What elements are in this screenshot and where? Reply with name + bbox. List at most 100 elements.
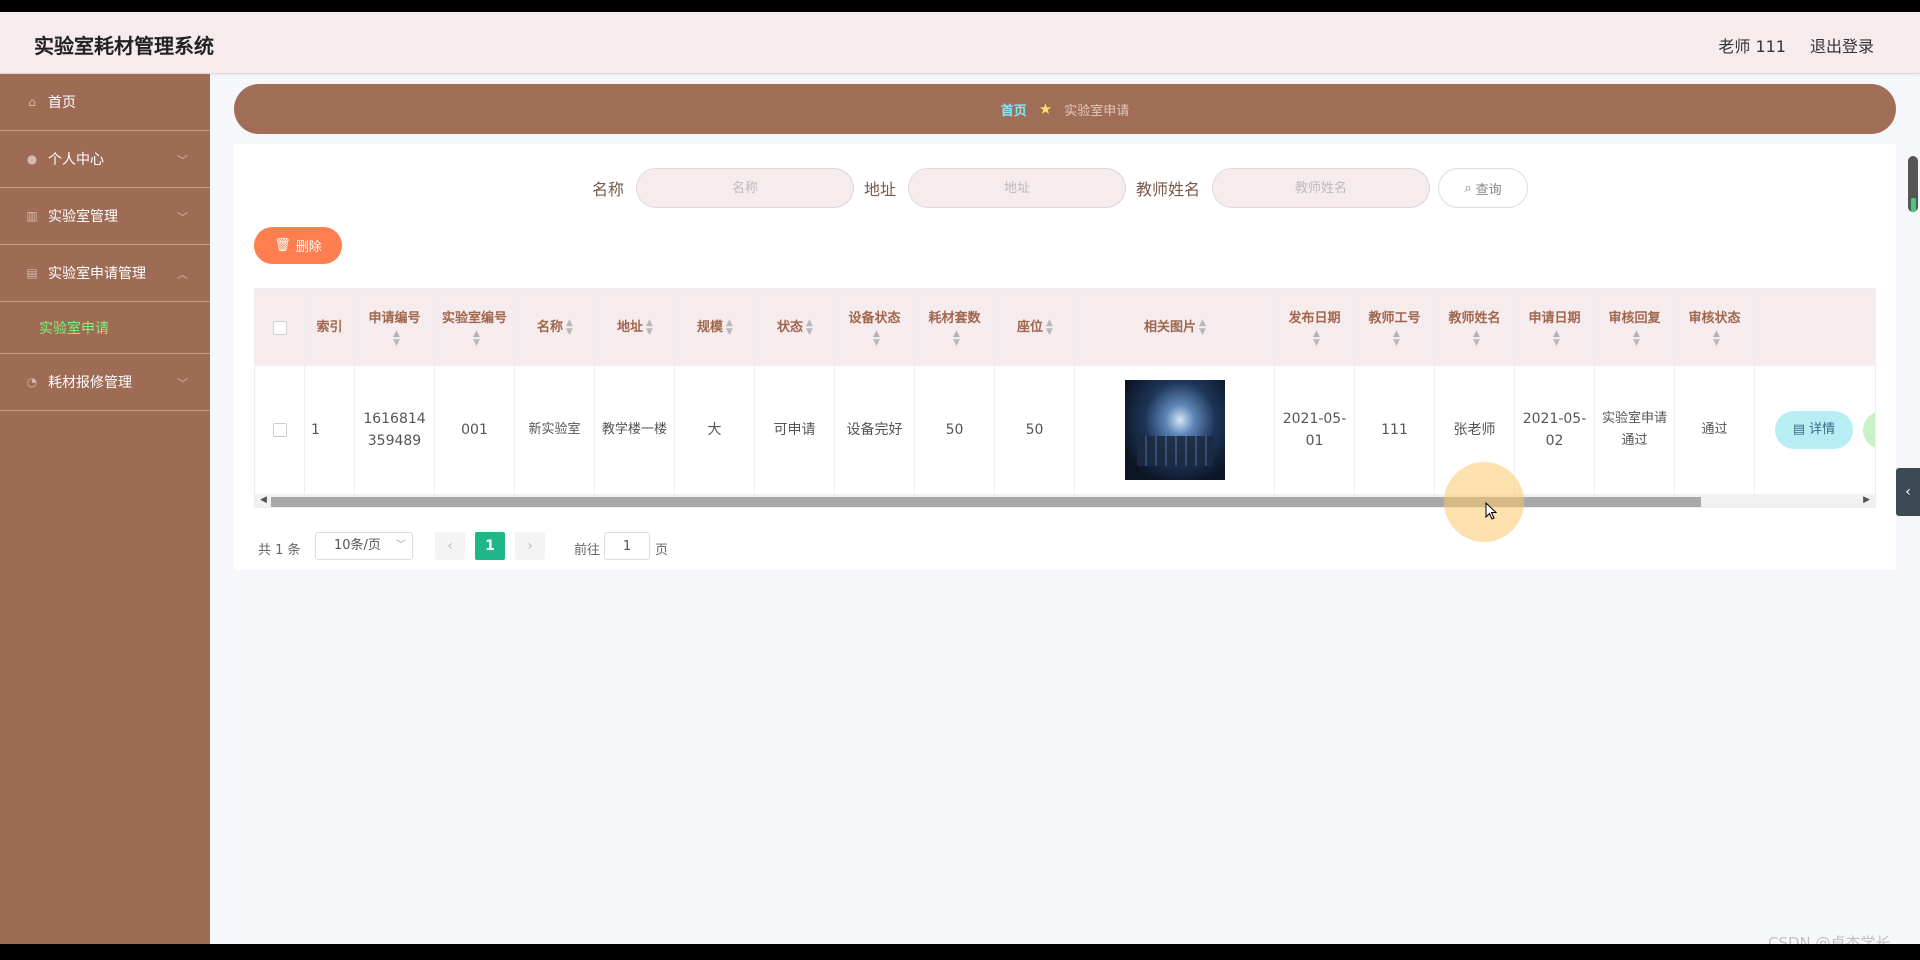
delete-button-label: 删除 [295,240,322,255]
sort-icon[interactable]: ▲ ▼ [473,329,480,348]
sort-icon[interactable]: ▲ ▼ [1046,318,1053,337]
next-page-button[interactable]: › [515,532,545,560]
breadcrumb-home-link[interactable]: 首页 [1001,100,1027,119]
row-checkbox[interactable] [272,423,287,437]
cursor-highlight [1444,462,1524,542]
header-image[interactable]: 相关图片 ▲ ▼ [1075,289,1275,366]
prev-page-button[interactable]: ‹ [435,532,465,560]
sort-icon[interactable]: ▲ ▼ [1199,318,1206,337]
cell-publish-date: 2021-05-01 [1275,366,1355,494]
collapse-panel-button[interactable]: ‹ [1896,468,1920,516]
header-index: 索引 [305,289,355,366]
lab-photo-thumbnail[interactable] [1124,380,1225,480]
delete-button[interactable]: 🗑 删除 [254,227,342,264]
scroll-right-arrow-icon[interactable]: ▶ [1863,495,1870,505]
header-seats[interactable]: 座位 ▲ ▼ [995,289,1075,366]
header-name[interactable]: 名称 ▲ ▼ [515,289,595,366]
detail-button[interactable]: ▤ 详情 [1775,411,1853,449]
chart-icon: ▥ [26,209,38,223]
header-material-sets[interactable]: 耗材套数 ▲ ▼ [915,289,995,366]
query-button[interactable]: ⌕ 查询 [1438,168,1528,208]
sort-icon[interactable]: ▲ ▼ [1633,329,1640,348]
top-bar: 实验室耗材管理系统 老师 111 退出登录 [0,12,1920,74]
cell-image [1075,366,1275,494]
table-header: 索引 申请编号 ▲ ▼ 实验室编号 ▲ ▼ 名称 ▲ ▼ 地址 ▲ ▼ 规模 ▲ ▼ 状态 ▲ ▼ 设备… [255,289,1875,366]
breadcrumb-current: 实验室申请 [1064,103,1130,119]
header-index-label: 索引 [316,319,343,335]
sidebar-item-repair-management[interactable]: ◔ 耗材报修管理 ﹀ [0,354,210,411]
cell-actions: ▤ 详情 [1755,366,1875,494]
header-publish-date[interactable]: 发布日期 ▲ ▼ [1275,289,1355,366]
header-review-status[interactable]: 审核状态 ▲ ▼ [1675,289,1755,366]
user-icon: ● [26,152,38,166]
sort-icon[interactable]: ▲ ▼ [1473,329,1480,348]
page-size-select[interactable]: 10条/页 ﹀ [315,532,413,560]
header-scale-label: 规模 [697,319,724,335]
sort-icon[interactable]: ▲ ▼ [1313,329,1320,348]
horizontal-scrollbar[interactable]: ◀ ▶ [255,494,1875,507]
sidebar-item-personal-center[interactable]: ● 个人中心 ﹀ [0,131,210,188]
logout-link[interactable]: 退出登录 [1810,33,1874,57]
cell-device-status: 设备完好 [835,366,915,494]
chevron-down-icon: ﹀ [177,154,188,167]
header-material-sets-label: 耗材套数 [928,310,981,326]
header-name-label: 名称 [537,319,564,335]
data-table: 索引 申请编号 ▲ ▼ 实验室编号 ▲ ▼ 名称 ▲ ▼ 地址 ▲ ▼ 规模 ▲ ▼ 状态 ▲ ▼ 设备… [254,288,1876,508]
name-search-input[interactable] [636,168,854,208]
sidebar-subitem-lab-application[interactable]: 实验室申请 [0,302,210,354]
sort-icon[interactable]: ▲ ▼ [726,318,733,337]
watermark: CSDN @卓杰学长 [1768,934,1891,944]
header-app-no[interactable]: 申请编号 ▲ ▼ [355,289,435,366]
header-scale[interactable]: 规模 ▲ ▼ [675,289,755,366]
cell-lab-no: 001 [435,366,515,494]
address-label: 地址 [864,180,897,199]
header-address[interactable]: 地址 ▲ ▼ [595,289,675,366]
edit-button[interactable] [1863,411,1875,449]
sort-icon[interactable]: ▲ ▼ [1393,329,1400,348]
sort-icon[interactable]: ▲ ▼ [806,318,813,337]
sort-icon[interactable]: ▲ ▼ [1713,329,1720,348]
sort-icon[interactable]: ▲ ▼ [953,329,960,348]
header-review-status-label: 审核状态 [1688,310,1741,326]
goto-page-input[interactable] [604,532,650,560]
header-actions [1755,289,1875,366]
teacher-name-search-input[interactable] [1212,168,1430,208]
sort-icon[interactable]: ▲ ▼ [393,329,400,348]
header-teacher-id-label: 教师工号 [1368,310,1421,326]
header-status[interactable]: 状态 ▲ ▼ [755,289,835,366]
sidebar-item-home[interactable]: ⌂ 首页 [0,74,210,131]
home-icon: ⌂ [28,95,36,109]
header-seats-label: 座位 [1017,319,1044,335]
select-all-checkbox[interactable] [272,320,287,335]
header-app-no-label: 申请编号 [368,310,421,326]
header-lab-no[interactable]: 实验室编号 ▲ ▼ [435,289,515,366]
sidebar-item-lab-management[interactable]: ▥ 实验室管理 ﹀ [0,188,210,245]
cell-seats: 50 [995,366,1075,494]
page-number-current[interactable]: 1 [475,532,505,560]
cell-apply-date: 2021-05-02 [1515,366,1595,494]
goto-label: 前往 [574,543,601,558]
header-review-reply[interactable]: 审核回复 ▲ ▼ [1595,289,1675,366]
page-suffix: 页 [655,543,669,558]
scroll-left-arrow-icon[interactable]: ◀ [260,495,267,505]
header-device-status[interactable]: 设备状态 ▲ ▼ [835,289,915,366]
header-teacher-name-label: 教师姓名 [1448,310,1501,326]
sort-icon[interactable]: ▲ ▼ [873,329,880,348]
sort-icon[interactable]: ▲ ▼ [646,318,653,337]
main-content: 名称 地址 教师姓名 ⌕ 查询 🗑 删除 索引 申请编号 ▲▼ 实验室编号 ▲▼ 名… [234,144,1896,570]
header-teacher-name[interactable]: 教师姓名 ▲ ▼ [1435,289,1515,366]
clipboard-icon: ▤ [26,266,38,280]
sort-icon[interactable]: ▲ ▼ [566,318,573,337]
header-apply-date[interactable]: 申请日期 ▲ ▼ [1515,289,1595,366]
sidebar-item-lab-application-management[interactable]: ▤ 实验室申请管理 ︿ [0,245,210,302]
header-status-label: 状态 [777,319,804,335]
sidebar-item-label: 耗材报修管理 [48,375,132,391]
address-search-input[interactable] [908,168,1126,208]
header-device-status-label: 设备状态 [848,310,901,326]
app-window: 实验室耗材管理系统 老师 111 退出登录 ⌂ 首页 ● 个人中心 ﹀ ▥ 实验… [0,12,1920,944]
header-teacher-id[interactable]: 教师工号 ▲ ▼ [1355,289,1435,366]
scrollbar-indicator [1911,198,1916,212]
chevron-down-icon: ﹀ [396,540,406,551]
query-button-label: 查询 [1475,182,1502,198]
sort-icon[interactable]: ▲ ▼ [1553,329,1560,348]
